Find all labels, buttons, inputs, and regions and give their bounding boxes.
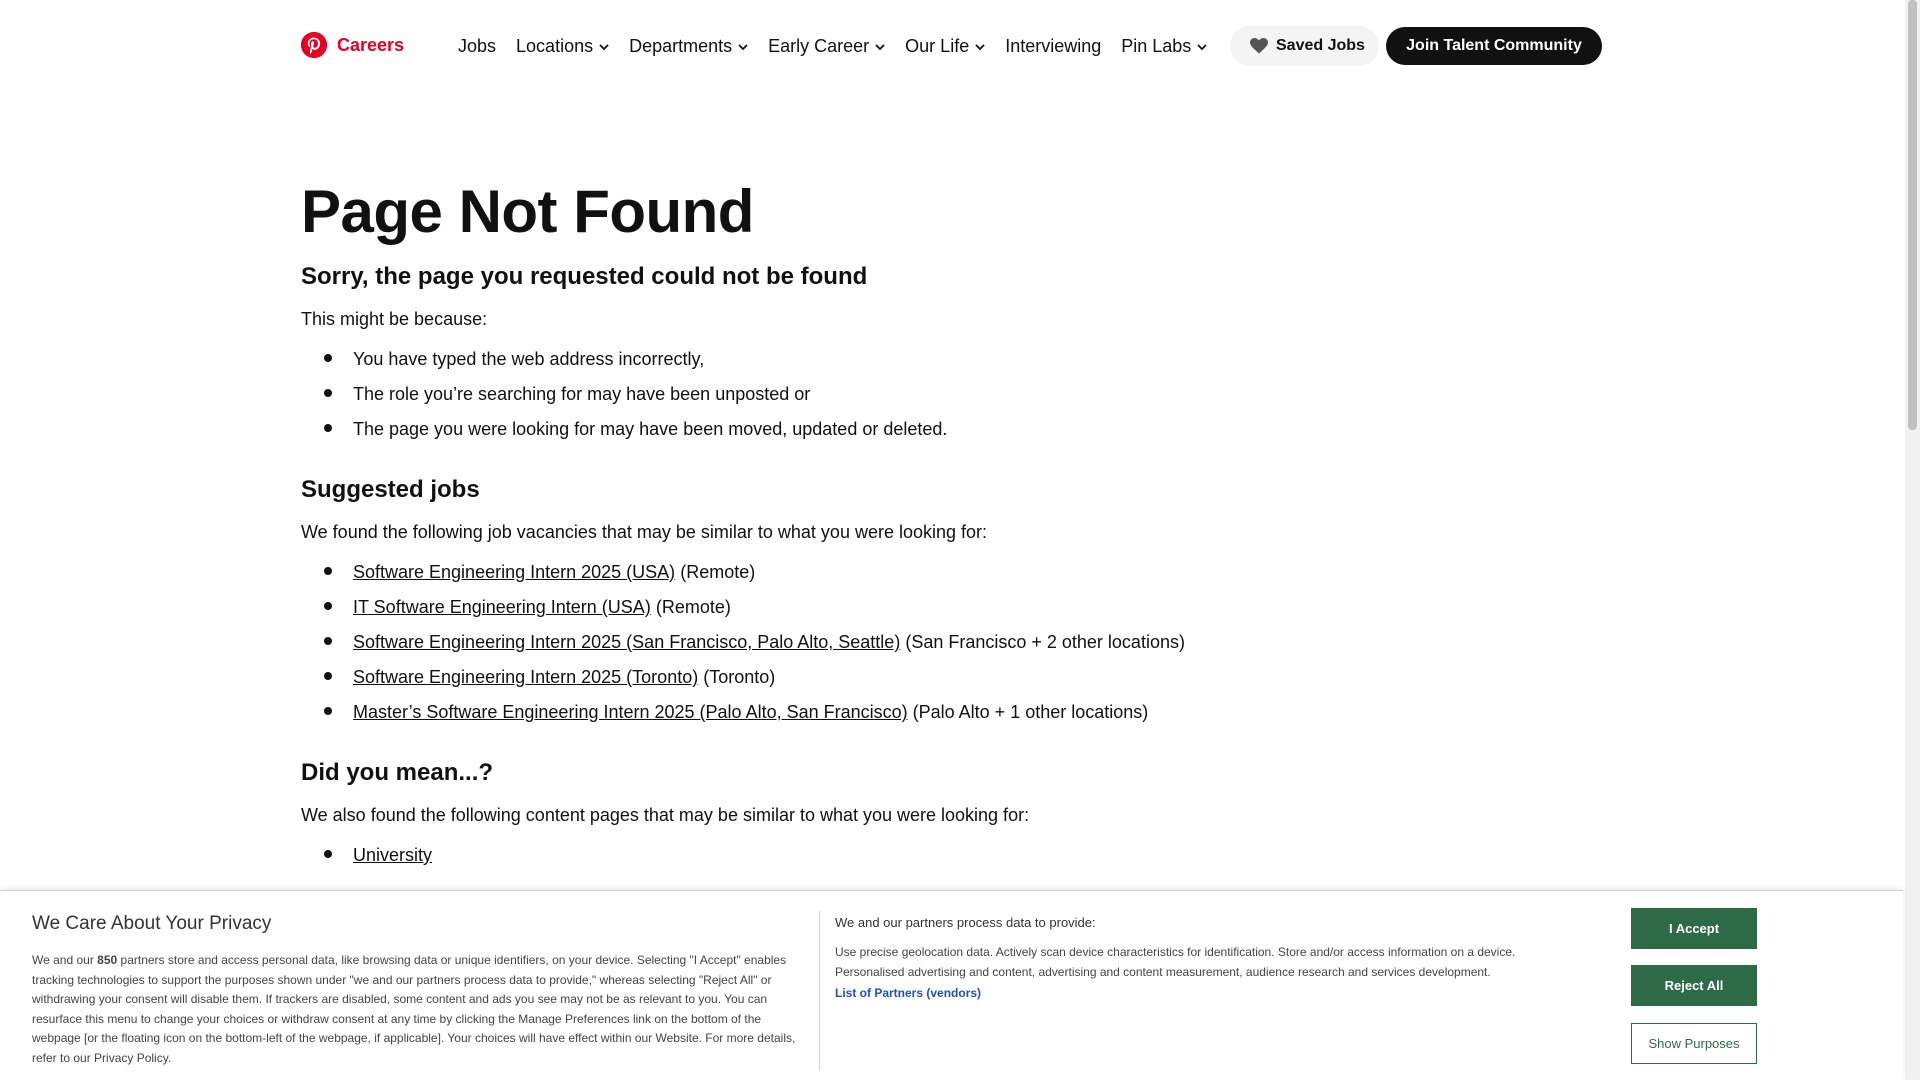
- heart-icon: [1250, 38, 1268, 54]
- chevron-down-icon: [975, 43, 985, 50]
- list-item: University: [301, 838, 1601, 873]
- chevron-down-icon: [1197, 43, 1207, 50]
- purposes-body: Use precise geolocation data. Actively s…: [835, 945, 1516, 979]
- job-link[interactable]: IT Software Engineering Intern (USA): [353, 597, 651, 617]
- suggested-jobs-list: Software Engineering Intern 2025 (USA) (…: [301, 555, 1601, 730]
- job-link[interactable]: Master’s Software Engineering Intern 202…: [353, 702, 908, 722]
- list-item: The role you’re searching for may have b…: [301, 377, 1601, 412]
- show-purposes-button[interactable]: Show Purposes: [1631, 1023, 1757, 1064]
- nav-locations[interactable]: Locations: [516, 36, 609, 57]
- job-list-item: Software Engineering Intern 2025 (San Fr…: [301, 625, 1601, 660]
- suggested-jobs-intro: We found the following job vacancies tha…: [301, 522, 988, 542]
- main-content: Page Not Found Sorry, the page you reque…: [301, 170, 1601, 873]
- privacy-title: We Care About Your Privacy: [32, 913, 272, 934]
- job-link[interactable]: Software Engineering Intern 2025 (Toront…: [353, 667, 698, 687]
- content-pages-list: University: [301, 838, 1601, 873]
- reason-intro: This might be because:: [301, 309, 488, 329]
- page-subtitle: Sorry, the page you requested could not …: [301, 263, 868, 290]
- partners-count: 850: [97, 953, 118, 967]
- nav-departments[interactable]: Departments: [629, 36, 748, 57]
- nav-early-career[interactable]: Early Career: [768, 36, 885, 57]
- job-list-item: Software Engineering Intern 2025 (Toront…: [301, 660, 1601, 695]
- nav-interviewing[interactable]: Interviewing: [1005, 36, 1101, 57]
- did-you-mean-intro: We also found the following content page…: [301, 805, 1030, 825]
- main-nav: Jobs Locations Departments Early Career …: [458, 36, 1227, 57]
- saved-jobs-button[interactable]: Saved Jobs: [1230, 26, 1379, 66]
- nav-label: Locations: [516, 36, 594, 56]
- nav-label: Our Life: [905, 36, 970, 56]
- logo-text: Careers: [337, 34, 405, 55]
- privacy-body: We and our 850 partners store and access…: [32, 951, 802, 1068]
- nav-label: Jobs: [458, 36, 497, 56]
- scrollbar-thumb[interactable]: [1908, 0, 1917, 430]
- chevron-down-icon: [875, 43, 885, 50]
- page-scrollbar[interactable]: [1905, 0, 1920, 1080]
- reject-all-button[interactable]: Reject All: [1631, 965, 1757, 1006]
- list-item: The page you were looking for may have b…: [301, 412, 1601, 447]
- privacy-consent-banner: We Care About Your Privacy We and our 85…: [0, 890, 1903, 1080]
- purposes-title: We and our partners process data to prov…: [835, 915, 1096, 930]
- job-location: (Palo Alto + 1 other locations): [912, 702, 1149, 722]
- job-list-item: Master’s Software Engineering Intern 202…: [301, 695, 1601, 730]
- job-location: (Remote): [655, 597, 731, 617]
- job-link[interactable]: Software Engineering Intern 2025 (USA): [353, 562, 675, 582]
- join-talent-community-button[interactable]: Join Talent Community: [1386, 27, 1602, 65]
- nav-our-life[interactable]: Our Life: [905, 36, 985, 57]
- content-page-link[interactable]: University: [353, 845, 432, 865]
- privacy-purposes: We and our partners process data to prov…: [835, 913, 1535, 1002]
- privacy-info: We Care About Your Privacy We and our 85…: [32, 911, 802, 1068]
- chevron-down-icon: [599, 43, 609, 50]
- pinterest-logo-icon: [301, 32, 327, 58]
- job-location: (Toronto): [703, 667, 776, 687]
- privacy-divider: [819, 911, 820, 1071]
- saved-jobs-label: Saved Jobs: [1276, 37, 1365, 54]
- job-location: (Remote): [680, 562, 756, 582]
- site-header: Careers Jobs Locations Departments Early…: [0, 0, 1905, 96]
- suggested-jobs-heading: Suggested jobs: [301, 476, 480, 503]
- did-you-mean-heading: Did you mean...?: [301, 759, 494, 786]
- privacy-body-post: partners store and access personal data,…: [32, 953, 796, 1065]
- nav-label: Pin Labs: [1121, 36, 1192, 56]
- nav-label: Early Career: [768, 36, 870, 56]
- page-title: Page Not Found: [301, 178, 754, 245]
- accept-button[interactable]: I Accept: [1631, 908, 1757, 949]
- list-item: You have typed the web address incorrect…: [301, 342, 1601, 377]
- job-list-item: IT Software Engineering Intern (USA) (Re…: [301, 590, 1601, 625]
- privacy-body-pre: We and our: [32, 953, 98, 967]
- list-of-partners-link[interactable]: List of Partners (vendors): [835, 986, 981, 1000]
- chevron-down-icon: [738, 43, 748, 50]
- nav-label: Interviewing: [1005, 36, 1102, 56]
- nav-pin-labs[interactable]: Pin Labs: [1121, 36, 1207, 57]
- job-list-item: Software Engineering Intern 2025 (USA) (…: [301, 555, 1601, 590]
- reason-list: You have typed the web address incorrect…: [301, 342, 1601, 447]
- job-location: (San Francisco + 2 other locations): [905, 632, 1185, 652]
- nav-label: Departments: [629, 36, 733, 56]
- nav-jobs[interactable]: Jobs: [458, 36, 496, 57]
- careers-logo[interactable]: Careers: [301, 32, 404, 58]
- job-link[interactable]: Software Engineering Intern 2025 (San Fr…: [353, 632, 900, 652]
